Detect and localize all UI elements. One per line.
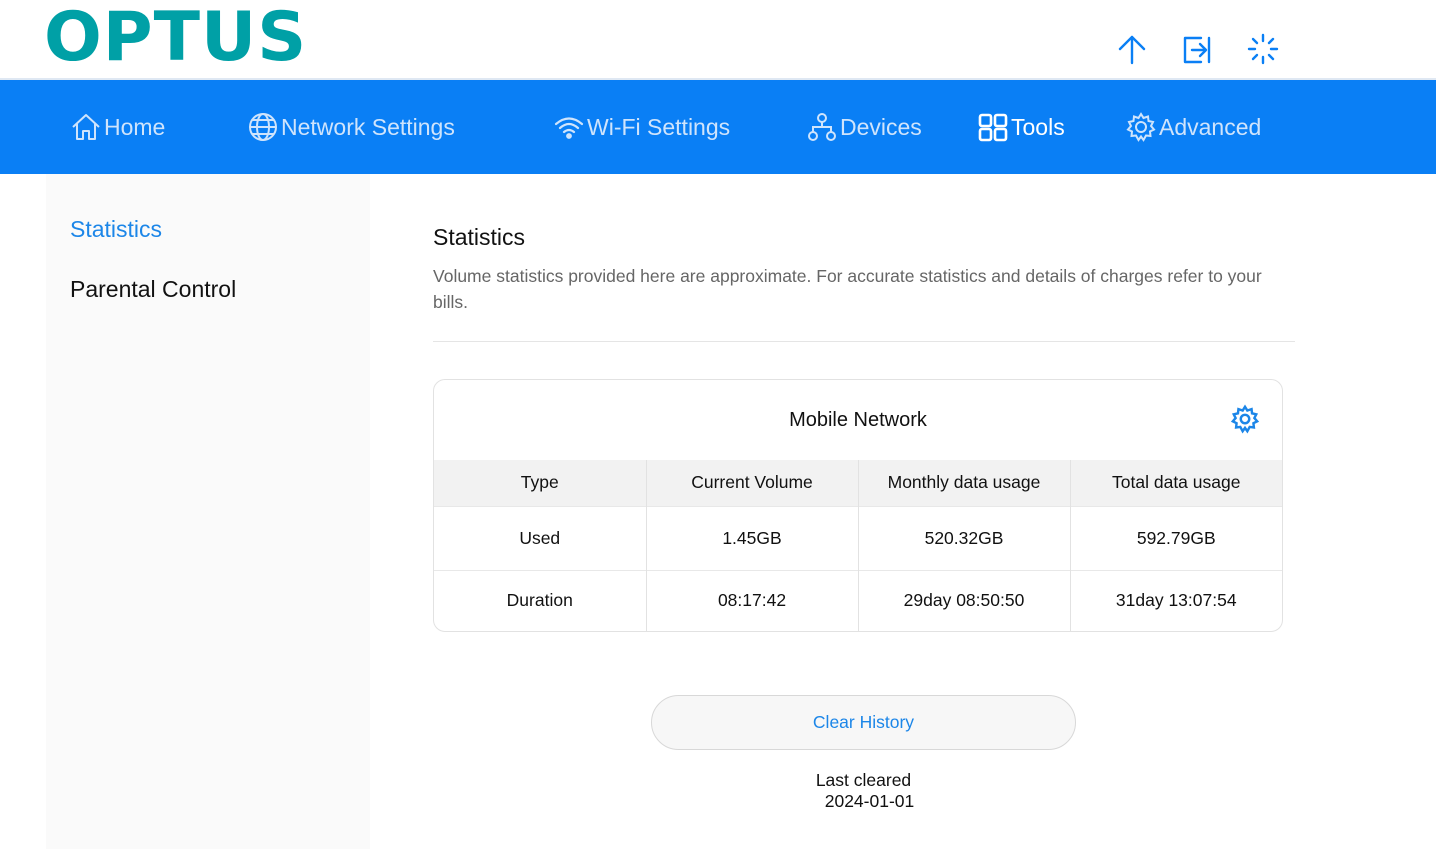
nav-wifi-settings[interactable]: Wi-Fi Settings	[553, 110, 730, 144]
page-description: Volume statistics provided here are appr…	[433, 266, 1262, 312]
table-cell: 520.32GB	[857, 506, 1070, 570]
table-row: Duration 08:17:42 29day 08:50:50 31day 1…	[434, 570, 1282, 631]
column-header: Type	[520, 472, 559, 493]
devices-icon	[808, 113, 836, 141]
mobile-network-card: Mobile Network Type Current Volume Month…	[433, 379, 1283, 632]
nav-tools-label: Tools	[1011, 113, 1065, 140]
loading-spinner-icon	[1246, 32, 1280, 66]
table-cell: 1.45GB	[645, 506, 858, 570]
nav-advanced[interactable]: Advanced	[1125, 110, 1261, 144]
nav-devices[interactable]: Devices	[806, 110, 922, 144]
header: OPTUS	[0, 0, 1436, 78]
table-cell: 31day 13:07:54	[1069, 570, 1282, 631]
nav-network-settings-label: Network Settings	[281, 113, 455, 140]
table-header-row: Type Current Volume Monthly data usage T…	[434, 460, 1282, 506]
main-nav: Home Network Settings Wi-Fi Settings Dev…	[0, 80, 1436, 174]
table-cell: Used	[519, 527, 561, 548]
table-cell: 592.79GB	[1069, 506, 1282, 570]
column-header: Monthly data usage	[857, 460, 1070, 506]
nav-devices-label: Devices	[840, 113, 922, 140]
table-cell: 08:17:42	[645, 570, 858, 631]
page-title: Statistics	[433, 224, 526, 250]
sidebar-item-statistics[interactable]: Statistics	[70, 216, 162, 243]
nav-home[interactable]: Home	[70, 110, 165, 144]
nav-network-settings[interactable]: Network Settings	[247, 110, 455, 144]
upload-arrow-icon[interactable]	[1115, 32, 1149, 66]
table-cell: 29day 08:50:50	[857, 570, 1070, 631]
nav-wifi-settings-label: Wi-Fi Settings	[587, 113, 731, 140]
last-cleared-label: Last cleared	[815, 770, 912, 790]
column-header: Current Volume	[645, 460, 858, 506]
gear-icon	[1126, 112, 1156, 142]
settings-gear-icon[interactable]	[1230, 404, 1260, 434]
table-cell: Duration	[506, 590, 573, 611]
tools-grid-icon	[978, 113, 1008, 142]
card-title: Mobile Network	[789, 408, 927, 431]
nav-tools[interactable]: Tools	[977, 110, 1065, 144]
last-cleared-date: 2024-01-01	[824, 791, 915, 811]
sidebar-item-parental-control[interactable]: Parental Control	[70, 276, 236, 303]
logout-icon[interactable]	[1181, 32, 1215, 66]
home-icon	[72, 114, 100, 140]
last-cleared-info: Last cleared 2024-01-01	[651, 770, 1076, 812]
nav-advanced-label: Advanced	[1159, 113, 1262, 140]
sidebar: Statistics Parental Control	[46, 174, 370, 849]
section-divider	[433, 341, 1295, 342]
table-row: Used 1.45GB 520.32GB 592.79GB	[434, 506, 1282, 570]
statistics-table: Type Current Volume Monthly data usage T…	[434, 460, 1282, 631]
clear-history-button[interactable]: Clear History	[651, 695, 1076, 750]
nav-home-label: Home	[104, 113, 166, 140]
column-header: Total data usage	[1069, 460, 1282, 506]
optus-logo: OPTUS	[44, 0, 308, 77]
globe-icon	[249, 113, 277, 141]
wifi-icon	[554, 117, 584, 139]
